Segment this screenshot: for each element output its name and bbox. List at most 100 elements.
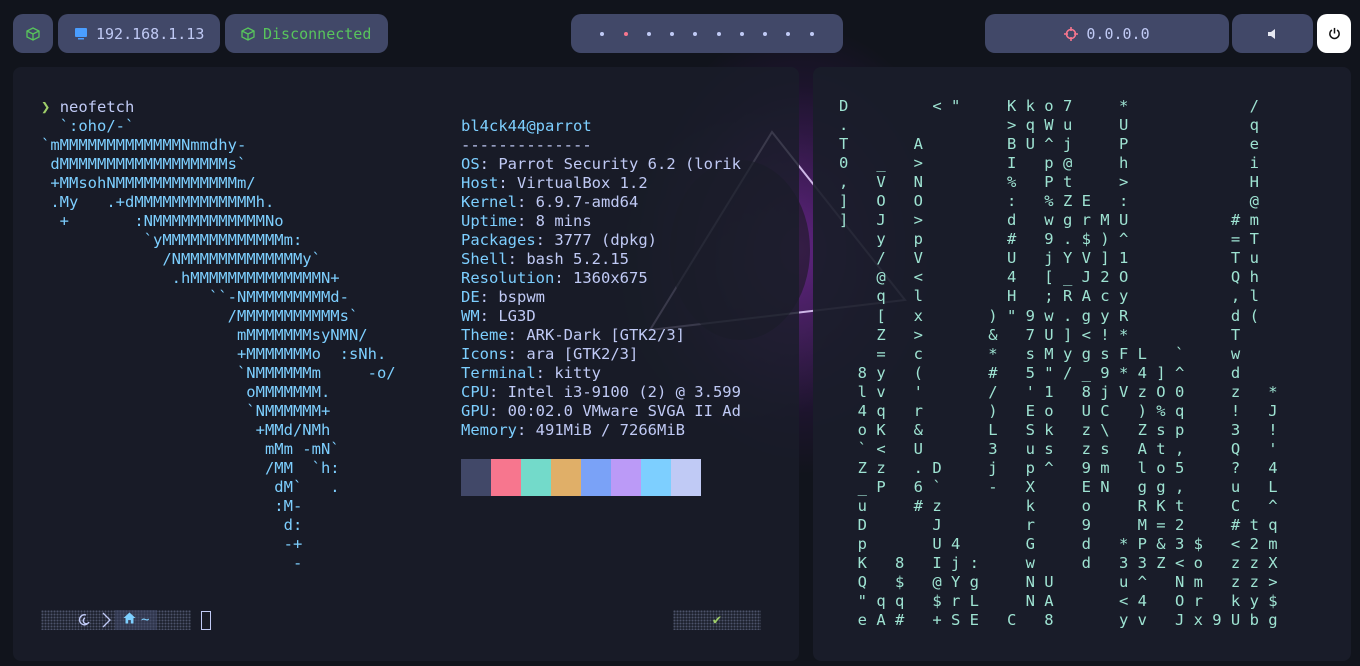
- current-directory: ~: [115, 610, 158, 630]
- ascii-line: .My .+dMMMMMMMMMMMMMh.: [41, 193, 275, 211]
- info-value: ara [GTK2/3]: [526, 345, 639, 363]
- info-line: Kernel: 6.9.7-amd64: [461, 193, 639, 211]
- ascii-line: +MMd/NMh: [41, 421, 331, 439]
- matrix-row: ` < U 3 u s z s A t , Q ': [839, 439, 1278, 458]
- power-button[interactable]: [1317, 14, 1351, 53]
- matrix-row: l v ' / ' 1 8 j V z O 0 z *: [839, 382, 1278, 401]
- ascii-line: d:: [41, 516, 303, 534]
- ascii-line: `yMMMMMMMMMMMMMm:: [41, 231, 303, 249]
- terminal-window-right[interactable]: D < " K k o 7 * /. > q W u U qT A B U ^ …: [813, 67, 1351, 661]
- ascii-line: `NMMMMMM+: [41, 402, 331, 420]
- matrix-row: D < " K k o 7 * /: [839, 97, 1259, 115]
- workspace-dot-4[interactable]: [670, 31, 675, 36]
- info-key: WM: [461, 307, 480, 325]
- crosshair-icon: [1064, 26, 1079, 41]
- ascii-line: + :NMMMMMMMMMMMMNo: [41, 212, 284, 230]
- info-key: Kernel: [461, 193, 517, 211]
- speaker-icon: [1267, 28, 1279, 40]
- debian-icon: [41, 610, 98, 630]
- info-key: GPU: [461, 402, 489, 420]
- matrix-row: = c * s M y g s F L ` w: [839, 344, 1241, 363]
- user-host: bl4ck44@parrot: [461, 117, 592, 135]
- vpn-status-widget[interactable]: Disconnected: [225, 14, 388, 53]
- workspace-dot-3[interactable]: [646, 31, 651, 36]
- info-line: GPU: 00:02.0 VMware SVGA II Ad: [461, 402, 741, 420]
- workspace-dot-2[interactable]: [623, 31, 628, 36]
- matrix-row: ] J > d w g r M U # m: [839, 211, 1259, 230]
- target-ip-text: 0.0.0.0: [1086, 24, 1150, 43]
- info-line: DE: bspwm: [461, 288, 546, 306]
- info-value: ARK-Dark [GTK2/3]: [526, 326, 685, 344]
- info-value: 8 mins: [535, 212, 592, 230]
- info-key: Shell: [461, 250, 508, 268]
- workspace-switcher[interactable]: [571, 14, 843, 53]
- ascii-line: dM` .: [41, 478, 340, 496]
- matrix-row: / V U j Y V ] 1 T u: [839, 249, 1259, 268]
- ascii-line: mMMMMMMMsyNMN/: [41, 326, 368, 344]
- ascii-line: -: [41, 554, 303, 572]
- workspace-dot-6[interactable]: [716, 31, 721, 36]
- workspace-dot-10[interactable]: [809, 31, 814, 36]
- directory-text: ~: [141, 612, 150, 628]
- matrix-row: ] O O : % Z E : @: [839, 192, 1259, 211]
- home-icon: [123, 612, 136, 628]
- matrix-row: K 8 I j : w d 3 3 Z < o z z X: [839, 554, 1278, 573]
- ascii-line: ``-NMMMMMMMMMd-: [41, 288, 349, 306]
- prompt-statusbar: ~ ✔: [41, 610, 761, 630]
- workspace-dot-1[interactable]: [600, 31, 605, 36]
- matrix-row: o K & L S k z \ Z s p 3 !: [839, 420, 1278, 439]
- cube-icon: [241, 26, 255, 41]
- ascii-line: mMm -mN`: [41, 440, 340, 458]
- info-value: VirtualBox 1.2: [517, 174, 648, 192]
- workspace-dot-9[interactable]: [786, 31, 791, 36]
- info-key: Terminal: [461, 364, 536, 382]
- matrix-row: y p # 9 . $ ) ^ = T: [839, 230, 1259, 249]
- volume-button[interactable]: [1232, 14, 1313, 53]
- matrix-row: T A B U ^ j P e: [839, 135, 1259, 154]
- info-line: Theme: ARK-Dark [GTK2/3]: [461, 326, 685, 344]
- ascii-line: /MM `h:: [41, 459, 340, 477]
- info-value: Parrot Security 6.2 (lorik: [498, 155, 741, 173]
- workspace-dot-8[interactable]: [763, 31, 768, 36]
- matrix-row: [ x ) " 9 w . g y R d (: [839, 306, 1259, 325]
- info-key: CPU: [461, 383, 489, 401]
- vpn-status-text: Disconnected: [263, 24, 372, 43]
- terminal-window-left[interactable]: ❯ neofetch `:oho/-` `mMMMMMMMMMMMMMNmmdhy…: [13, 67, 799, 661]
- info-value: 1360x675: [573, 269, 648, 287]
- workspace-dot-5[interactable]: [693, 31, 698, 36]
- ip-address-widget[interactable]: 192.168.1.13: [58, 14, 220, 53]
- target-widget[interactable]: 0.0.0.0: [985, 14, 1229, 53]
- color-swatch: [641, 459, 671, 496]
- ascii-line: /MMMMMMMMMMMs`: [41, 307, 359, 325]
- workspace-dot-7[interactable]: [739, 31, 744, 36]
- color-swatch: [461, 459, 491, 496]
- info-separator: --------------: [461, 136, 592, 154]
- power-icon: [1328, 27, 1341, 40]
- info-key: Icons: [461, 345, 508, 363]
- info-line: Memory: 491MiB / 7266MiB: [461, 421, 685, 439]
- ascii-line: dMMMMMMMMMMMMMMMMMMs`: [41, 155, 247, 173]
- info-line: Resolution: 1360x675: [461, 269, 648, 287]
- info-line: WM: LG3D: [461, 307, 536, 325]
- matrix-row: q l H ; R A c y , l: [839, 287, 1259, 306]
- info-line: Icons: ara [GTK2/3]: [461, 345, 639, 363]
- matrix-row: p U 4 G d * P & 3 $ < 2 m: [839, 535, 1278, 554]
- matrix-row: 8 y ( # 5 " / _ 9 * 4 ] ^ d: [839, 363, 1241, 382]
- info-value: LG3D: [498, 307, 536, 325]
- info-value: 6.9.7-amd64: [535, 193, 639, 211]
- cube-icon: [26, 26, 40, 41]
- success-check-icon: ✔: [712, 612, 722, 628]
- monitor-icon: [74, 27, 88, 40]
- ascii-line: -+: [41, 535, 303, 553]
- matrix-row: Q $ @ Y g N U u ^ N m z z >: [839, 573, 1278, 592]
- info-value: 00:02.0 VMware SVGA II Ad: [507, 402, 741, 420]
- matrix-row: . > q W u U q: [839, 116, 1259, 135]
- info-line: Packages: 3777 (dpkg): [461, 231, 657, 249]
- workspace-menu-button[interactable]: [13, 14, 53, 53]
- info-key: DE: [461, 288, 480, 306]
- text-cursor: [201, 611, 211, 630]
- ascii-line: :M-: [41, 497, 303, 515]
- ascii-line: /NMMMMMMMMMMMMMy`: [41, 250, 321, 268]
- color-swatch: [491, 459, 521, 496]
- prompt-symbol: ❯: [41, 98, 51, 116]
